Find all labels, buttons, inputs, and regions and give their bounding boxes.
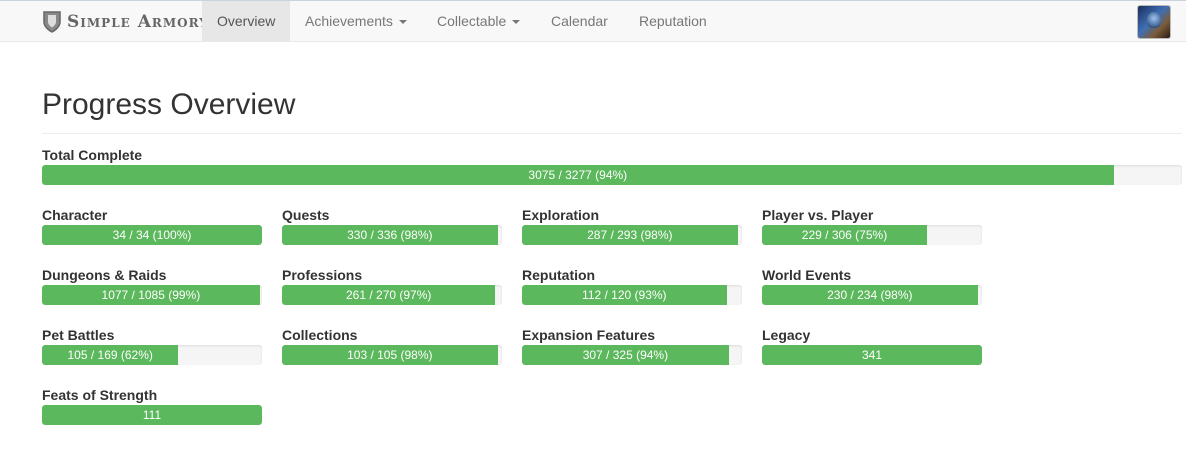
category-label-pet-battles: Pet Battles: [42, 327, 115, 343]
progress-text: 341: [861, 348, 883, 362]
nav-calendar-label: Calendar: [551, 13, 608, 29]
total-progress-bar: 3075 / 3277 (94%): [42, 165, 1182, 185]
title-divider: [42, 133, 1182, 134]
progress-text: 103 / 105 (98%): [347, 348, 433, 362]
category-progress-expansion-features: 307 / 325 (94%): [522, 345, 742, 365]
category-progress-quests: 330 / 336 (98%): [282, 225, 502, 245]
category-label-dungeons-raids: Dungeons & Raids: [42, 267, 167, 283]
progress-text: 1077 / 1085 (99%): [101, 288, 201, 302]
category-progress-feats-of-strength: 111: [42, 405, 262, 425]
page-title: Progress Overview: [42, 88, 296, 121]
category-label-quests: Quests: [282, 207, 330, 223]
category-label-pvp: Player vs. Player: [762, 207, 874, 223]
category-progress-pvp: 229 / 306 (75%): [762, 225, 982, 245]
category-label-character: Character: [42, 207, 108, 223]
nav-collectable-dropdown[interactable]: Collectable: [422, 1, 535, 42]
category-label-collections: Collections: [282, 327, 358, 343]
progress-text: 330 / 336 (98%): [347, 228, 433, 242]
category-label-professions: Professions: [282, 267, 363, 283]
progress-text: 34 / 34 (100%): [112, 228, 192, 242]
category-progress-legacy: 341: [762, 345, 982, 365]
category-label-reputation: Reputation: [522, 267, 596, 283]
progress-text: 229 / 306 (75%): [801, 228, 888, 242]
navbar: Simple Armory Overview Achievements Coll…: [0, 0, 1186, 42]
category-label-legacy: Legacy: [762, 327, 811, 343]
progress-text: 261 / 270 (97%): [346, 288, 432, 302]
nav-calendar[interactable]: Calendar: [536, 1, 623, 42]
category-progress-character: 34 / 34 (100%): [42, 225, 262, 245]
shield-logo-icon: [42, 10, 62, 34]
progress-text: 112 / 120 (93%): [582, 288, 667, 302]
category-progress-exploration: 287 / 293 (98%): [522, 225, 742, 245]
nav-overview-label: Overview: [217, 13, 276, 29]
nav-collectable-label: Collectable: [437, 13, 507, 29]
category-label-expansion-features: Expansion Features: [522, 327, 656, 343]
character-avatar-icon[interactable]: [1138, 6, 1170, 38]
progress-text: 105 / 169 (62%): [67, 348, 153, 362]
brand-name: Simple Armory: [67, 12, 209, 32]
category-label-exploration: Exploration: [522, 207, 600, 223]
caret-down-icon: [512, 20, 521, 25]
category-progress-collections: 103 / 105 (98%): [282, 345, 502, 365]
category-progress-reputation: 112 / 120 (93%): [522, 285, 742, 305]
category-progress-professions: 261 / 270 (97%): [282, 285, 502, 305]
category-progress-pet-battles: 105 / 169 (62%): [42, 345, 262, 365]
nav-achievements-dropdown[interactable]: Achievements: [290, 1, 422, 42]
brand-logo[interactable]: Simple Armory: [42, 8, 209, 36]
category-progress-world-events: 230 / 234 (98%): [762, 285, 982, 305]
total-progress-text: 3075 / 3277 (94%): [528, 168, 628, 182]
category-label-feats-of-strength: Feats of Strength: [42, 387, 158, 403]
nav-reputation-label: Reputation: [639, 13, 707, 29]
progress-text: 307 / 325 (94%): [582, 348, 669, 362]
total-complete-label: Total Complete: [42, 147, 143, 163]
caret-down-icon: [398, 20, 407, 25]
nav-achievements-label: Achievements: [305, 13, 393, 29]
progress-text: 230 / 234 (98%): [827, 288, 913, 302]
progress-text: 287 / 293 (98%): [587, 228, 673, 242]
nav-reputation[interactable]: Reputation: [624, 1, 722, 42]
category-progress-dungeons-raids: 1077 / 1085 (99%): [42, 285, 262, 305]
category-label-world-events: World Events: [762, 267, 852, 283]
progress-text: 111: [142, 408, 162, 422]
nav-overview[interactable]: Overview: [202, 1, 290, 42]
